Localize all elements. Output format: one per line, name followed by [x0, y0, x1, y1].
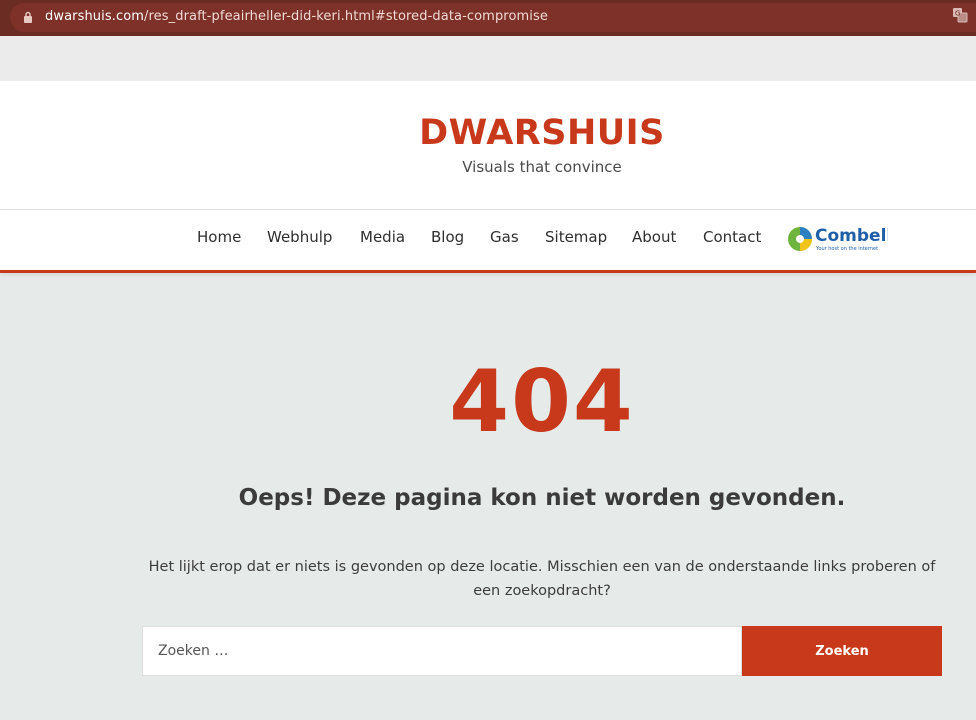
error-code: 404 — [449, 352, 635, 452]
nav-item-webhulp[interactable]: Webhulp — [267, 228, 332, 246]
combell-logo-text: Combell — [815, 226, 888, 246]
url-host: dwarshuis.com — [45, 9, 145, 24]
main-navigation: Home Webhulp Media Blog Gas Sitemap Abou… — [0, 210, 976, 273]
nav-item-contact[interactable]: Contact — [703, 228, 761, 246]
search-input[interactable] — [142, 626, 742, 676]
site-tagline: Visuals that convince — [462, 158, 622, 176]
nav-item-gas[interactable]: Gas — [490, 228, 519, 246]
svg-text:G: G — [955, 10, 960, 18]
combell-logo[interactable]: Combell Your host on the internet — [786, 224, 888, 254]
browser-address-bar: dwarshuis.com/res_draft-pfeairheller-did… — [0, 0, 976, 36]
site-header: DWARSHUIS Visuals that convince — [0, 81, 976, 210]
nav-item-about[interactable]: About — [632, 228, 676, 246]
nav-item-home[interactable]: Home — [197, 228, 241, 246]
top-strip — [0, 36, 976, 81]
error-title: Oeps! Deze pagina kon niet worden gevond… — [238, 485, 846, 511]
lock-icon[interactable] — [23, 11, 33, 23]
url-bar[interactable]: dwarshuis.com/res_draft-pfeairheller-did… — [10, 3, 976, 32]
error-description: Het lijkt erop dat er niets is gevonden … — [148, 559, 936, 599]
nav-item-sitemap[interactable]: Sitemap — [545, 228, 607, 246]
combell-logo-subtext: Your host on the internet — [815, 246, 878, 252]
nav-item-media[interactable]: Media — [360, 228, 405, 246]
site-title[interactable]: DWARSHUIS — [0, 113, 976, 153]
nav-item-blog[interactable]: Blog — [431, 228, 464, 246]
url-path: /res_draft-pfeairheller-did-keri.html#st… — [144, 9, 548, 24]
search-button[interactable]: Zoeken — [742, 626, 942, 676]
translate-icon[interactable]: G — [952, 7, 968, 23]
url-text[interactable]: dwarshuis.com/res_draft-pfeairheller-did… — [45, 9, 548, 24]
